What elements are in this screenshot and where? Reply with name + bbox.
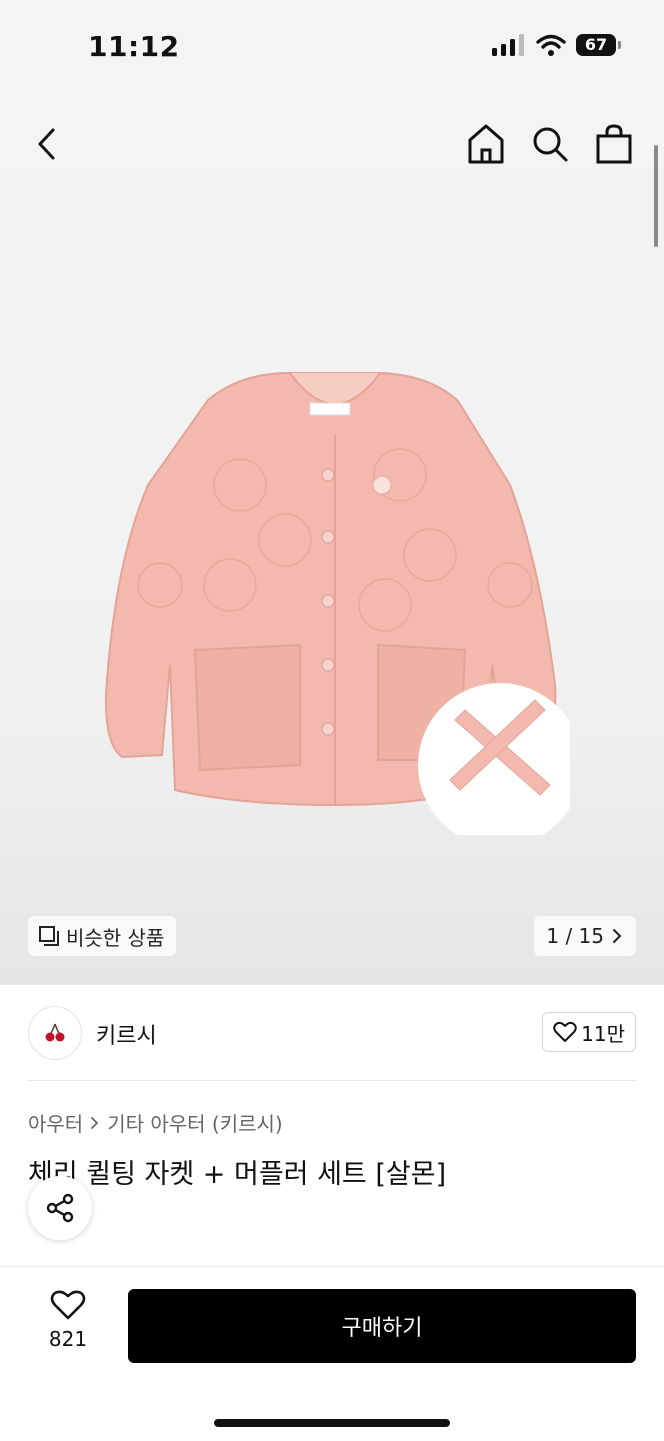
search-icon <box>533 127 568 162</box>
home-icon <box>468 124 504 164</box>
brand-like-count: 11만 <box>581 1021 625 1046</box>
brand-logo[interactable] <box>28 1006 82 1060</box>
bottom-action-bar: 821 구매하기 <box>0 1266 664 1441</box>
product-image <box>104 372 570 835</box>
home-indicator[interactable] <box>214 1419 450 1427</box>
battery-indicator: 67 <box>576 34 621 56</box>
divider <box>28 1080 636 1081</box>
breadcrumb-item[interactable]: 기타 아우터 (키르시) <box>107 1108 283 1137</box>
brand-name[interactable]: 키르시 <box>96 1018 157 1050</box>
top-nav-actions <box>466 122 634 166</box>
heart-icon <box>50 1290 86 1320</box>
status-icons: 67 <box>492 34 621 56</box>
wishlist-button[interactable]: 821 <box>36 1289 100 1351</box>
image-pager[interactable]: 1 / 15 <box>534 916 636 956</box>
similar-products-label: 비슷한 상품 <box>66 925 165 950</box>
image-pager-count: 1 / 15 <box>546 924 604 948</box>
breadcrumb-item[interactable]: 아우터 <box>28 1108 83 1137</box>
signal-icon <box>492 34 524 56</box>
chevron-right-icon <box>91 1116 99 1129</box>
product-title: 체리 퀼팅 자켓 + 머플러 세트 [살몬] <box>28 1159 447 1190</box>
brand-row[interactable]: 키르시 11만 <box>28 1006 636 1060</box>
product-image-gallery[interactable]: 11:12 67 비슷한 상품 1 / 15 <box>0 0 664 985</box>
buy-button[interactable]: 구매하기 <box>128 1289 636 1363</box>
shopping-bag-icon <box>596 124 632 164</box>
home-button[interactable] <box>466 122 506 166</box>
scrollbar[interactable] <box>654 145 658 247</box>
wishlist-count: 821 <box>48 1327 88 1351</box>
heart-icon <box>553 1021 577 1042</box>
wifi-icon <box>536 34 566 56</box>
brand-like-button[interactable]: 11만 <box>542 1012 636 1052</box>
share-button[interactable] <box>28 1176 92 1240</box>
chevron-right-icon <box>613 929 622 943</box>
search-button[interactable] <box>530 122 570 166</box>
status-bar: 11:12 67 <box>0 0 664 100</box>
similar-products-button[interactable]: 비슷한 상품 <box>28 916 177 956</box>
share-icon <box>46 1193 74 1223</box>
breadcrumb: 아우터 기타 아우터 (키르시) <box>28 1108 283 1137</box>
cart-button[interactable] <box>594 122 634 166</box>
chevron-left-icon <box>38 128 55 160</box>
copy-stack-icon <box>39 926 59 946</box>
status-time: 11:12 <box>88 30 180 63</box>
back-button[interactable] <box>28 124 68 164</box>
cherry-logo-icon <box>45 1023 65 1042</box>
